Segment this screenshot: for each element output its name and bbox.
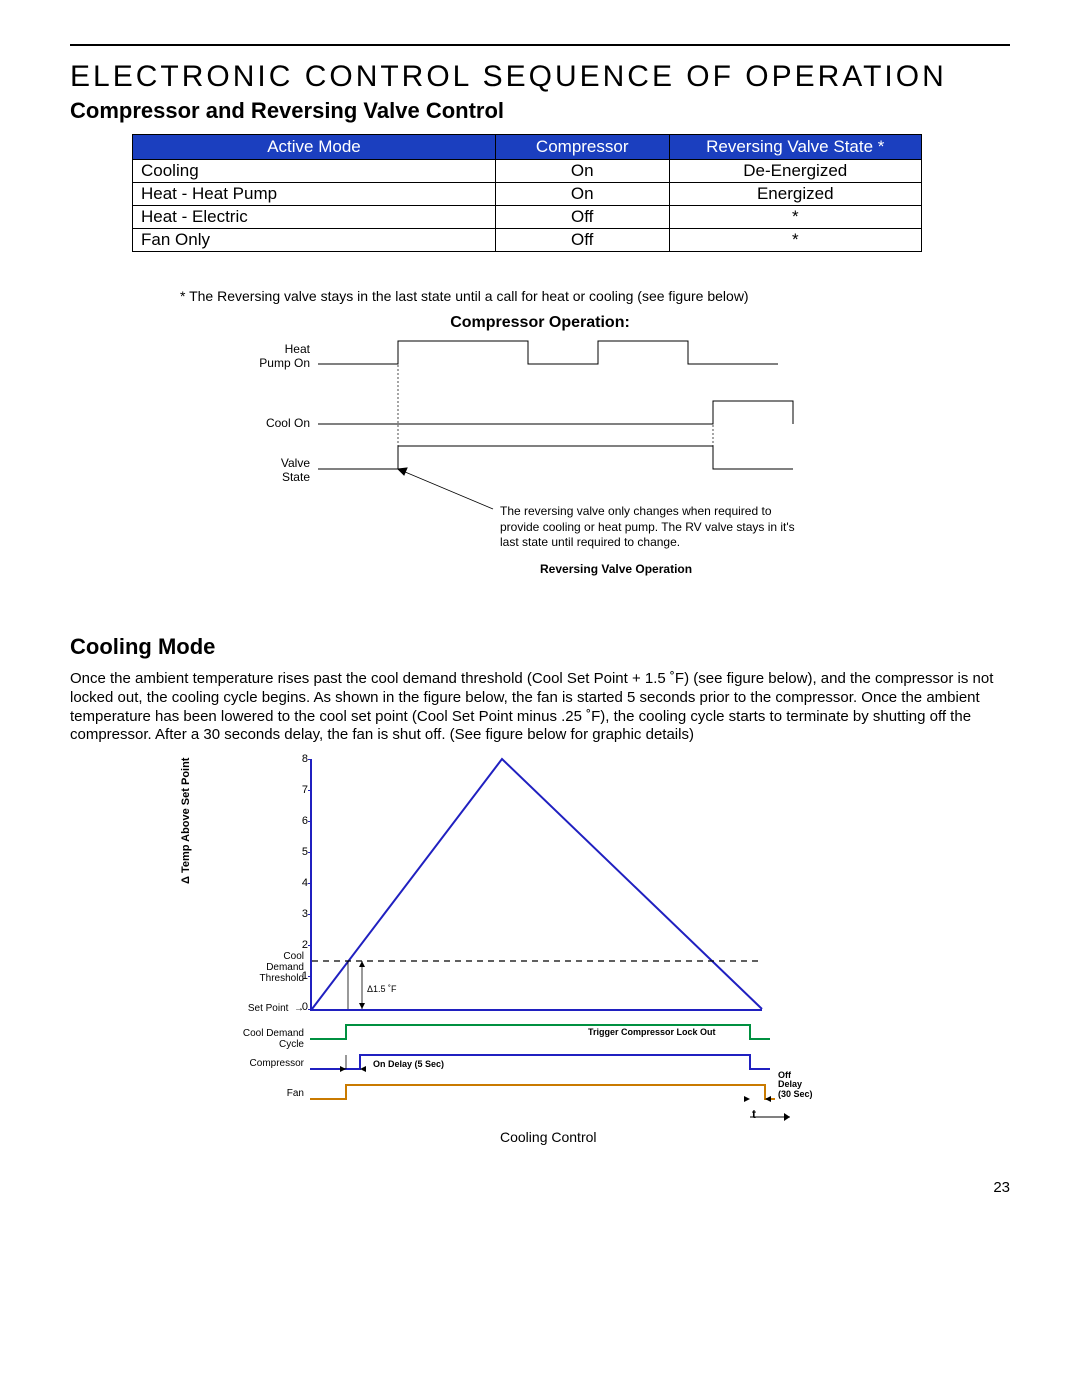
valve-control-table: Active Mode Compressor Reversing Valve S… (132, 134, 922, 252)
fig1-label-cool-on: Cool On (240, 416, 310, 430)
fig2-label-cool-demand-threshold: CoolDemandThreshold (230, 951, 304, 984)
table-row: Fan Only Off * (133, 229, 922, 252)
fig2-delta-label: Δ1.5 ˚F (367, 984, 397, 994)
fig1-label-heat-pump: HeatPump On (240, 342, 310, 370)
page-title: ELECTRONIC CONTROL SEQUENCE OF OPERATION (70, 60, 1010, 94)
fig2-on-delay-label: On Delay (5 Sec) (373, 1059, 444, 1069)
figure1-title: Compressor Operation: (70, 314, 1010, 332)
cooling-mode-body: Once the ambient temperature rises past … (70, 670, 1010, 745)
fig2-trigger-label: Trigger Compressor Lock Out (588, 1027, 716, 1037)
fig2-off-delay-label: OffDelay(30 Sec) (778, 1071, 813, 1099)
fig2-label-fan: Fan (230, 1088, 304, 1099)
fig2-label-compressor: Compressor (230, 1058, 304, 1069)
table-header-compressor: Compressor (495, 135, 669, 160)
section-title-compressor-valve: Compressor and Reversing Valve Control (70, 98, 1010, 124)
fig2-t-label: t (752, 1107, 756, 1121)
fig1-caption-text: The reversing valve only changes when re… (500, 504, 800, 551)
page-number: 23 (70, 1179, 1010, 1196)
fig1-bottom-caption: Reversing Valve Operation (540, 562, 692, 576)
table-row: Heat - Heat Pump On Energized (133, 183, 922, 206)
section-title-cooling-mode: Cooling Mode (70, 634, 1010, 660)
fig2-yaxis-title: Δ Temp Above Set Point (180, 758, 192, 884)
table-header-rv-state: Reversing Valve State * (669, 135, 921, 160)
table-header-active-mode: Active Mode (133, 135, 496, 160)
fig2-caption: Cooling Control (500, 1129, 597, 1145)
figure-compressor-operation: HeatPump On Cool On ValveState The rever… (240, 334, 840, 604)
figure-cooling-control: Δ Temp Above Set Point 0 1 2 3 4 5 6 7 8 (230, 759, 850, 1159)
fig1-label-valve-state: ValveState (240, 456, 310, 484)
table-row: Heat - Electric Off * (133, 206, 922, 229)
fig2-label-cool-demand-cycle: Cool Demand Cycle (230, 1028, 304, 1050)
table-footnote: * The Reversing valve stays in the last … (180, 288, 1010, 304)
table-row: Cooling On De-Energized (133, 160, 922, 183)
fig2-label-set-point: Set Point → (230, 1003, 304, 1014)
